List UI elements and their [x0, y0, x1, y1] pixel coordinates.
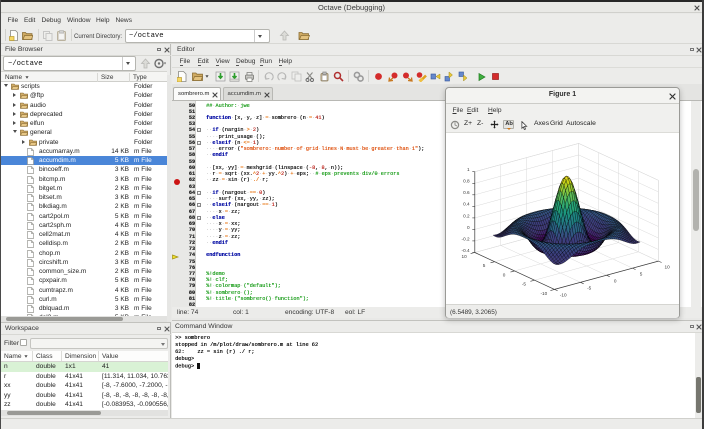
svg-text:0.6: 0.6 — [463, 190, 470, 195]
svg-text:10: 10 — [461, 254, 467, 259]
svg-text:0: 0 — [467, 225, 470, 230]
svg-text:0: 0 — [503, 272, 506, 277]
svg-text:5: 5 — [640, 271, 643, 276]
svg-text:-0.2: -0.2 — [462, 236, 470, 241]
svg-text:-0.4: -0.4 — [462, 248, 470, 253]
svg-text:-5: -5 — [522, 282, 527, 287]
svg-text:5: 5 — [483, 263, 486, 268]
svg-text:0.4: 0.4 — [463, 202, 470, 207]
svg-text:0.2: 0.2 — [463, 213, 470, 218]
svg-text:0: 0 — [614, 279, 617, 284]
svg-text:10: 10 — [664, 264, 670, 269]
svg-text:0.8: 0.8 — [463, 179, 470, 184]
svg-text:-5: -5 — [587, 286, 592, 291]
svg-text:-10: -10 — [541, 291, 548, 296]
svg-text:-10: -10 — [560, 293, 567, 298]
svg-text:1: 1 — [467, 167, 470, 172]
